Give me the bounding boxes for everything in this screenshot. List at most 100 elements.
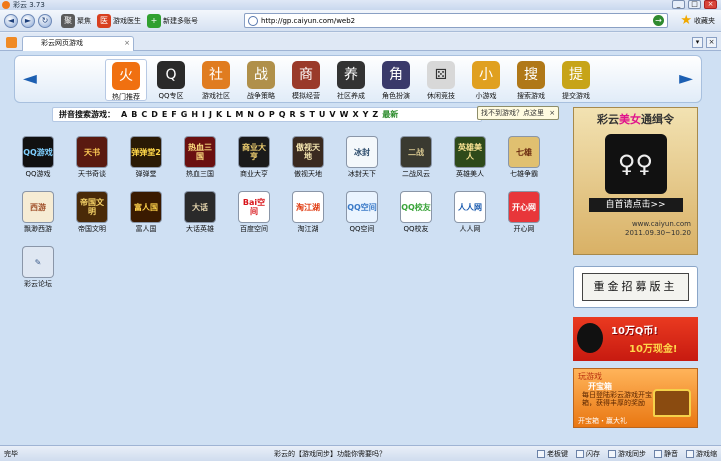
game-tile[interactable]: 淘江湖 淘江湖 (288, 192, 328, 234)
status-item-3[interactable]: 静音 (654, 449, 678, 459)
moderator-recruit-ad[interactable]: 重金招募版主 (573, 266, 698, 308)
letter-w[interactable]: W (340, 110, 349, 119)
home-icon[interactable] (6, 37, 17, 48)
game-tile[interactable]: 二战 二战风云 (396, 137, 436, 179)
letter-j[interactable]: J (209, 110, 212, 119)
category-9[interactable]: 搜搜索游戏 (510, 59, 552, 101)
status-item-0[interactable]: 老板键 (537, 449, 568, 459)
letter-k[interactable]: K (216, 110, 222, 119)
promo-ad-banner[interactable]: 彩云美女通缉令 ♀♀ 自首请点击>> www.caiyun.com 2011.0… (573, 107, 698, 255)
status-item-2[interactable]: 游戏同步 (608, 449, 646, 459)
game-tile[interactable]: QQ校友 QQ校友 (396, 192, 436, 234)
promo-cta-button[interactable]: 自首请点击>> (588, 198, 683, 212)
category-2[interactable]: 社游戏社区 (195, 59, 237, 101)
tab-caiyun-web-games[interactable]: 彩云网页游戏 × (22, 36, 134, 51)
letter-x[interactable]: X (352, 110, 358, 119)
letter-y[interactable]: Y (363, 110, 369, 119)
letter-t[interactable]: T (309, 110, 314, 119)
status-item-4[interactable]: 游戏缩 (686, 449, 717, 459)
letter-n[interactable]: N (247, 110, 254, 119)
go-button[interactable]: → (653, 15, 664, 26)
toolbar-item-0[interactable]: 聚聚焦 (61, 13, 91, 28)
letter-d[interactable]: D (151, 110, 158, 119)
category-6[interactable]: 角角色扮演 (375, 59, 417, 101)
back-button[interactable]: ◄ (4, 13, 18, 28)
game-tile[interactable]: Bai空间 百度空间 (234, 192, 274, 234)
game-tile[interactable]: 商业大亨 商业大亨 (234, 137, 274, 179)
game-tile[interactable]: 人人网 人人网 (450, 192, 490, 234)
game-tile[interactable]: QQ游戏 QQ游戏 (18, 137, 58, 179)
game-tile[interactable]: 热血三国 热血三国 (180, 137, 220, 179)
letter-o[interactable]: O (258, 110, 265, 119)
tab-close-all-button[interactable]: × (706, 37, 717, 48)
letter-b[interactable]: B (131, 110, 137, 119)
game-label: QQ校友 (403, 225, 429, 233)
letter-s[interactable]: S (300, 110, 306, 119)
letter-c[interactable]: C (141, 110, 147, 119)
game-icon: ✎ (23, 247, 53, 277)
toolbar-item-2[interactable]: + 新建多账号 (147, 13, 198, 28)
game-tile[interactable]: 傲视天地 傲视天地 (288, 137, 328, 179)
game-tile[interactable]: 大话 大话英雄 (180, 192, 220, 234)
category-3[interactable]: 战战争策略 (240, 59, 282, 101)
game-icon: 七雄 (509, 137, 539, 167)
letter-e[interactable]: E (162, 110, 167, 119)
letter-i[interactable]: I (202, 110, 205, 119)
category-8[interactable]: 小小游戏 (465, 59, 507, 101)
game-label: 富人国 (135, 225, 157, 233)
sync-prompt[interactable]: 彩云的【游戏同步】功能你需要吗？ (274, 449, 386, 459)
game-tile[interactable]: 帝国文明 帝国文明 (72, 192, 112, 234)
game-icon: 二战 (401, 137, 431, 167)
forward-button[interactable]: ► (21, 13, 35, 28)
next-arrow-icon[interactable]: ► (679, 70, 693, 88)
close-button[interactable]: × (704, 0, 717, 9)
game-tile[interactable]: 冰封 冰封天下 (342, 137, 382, 179)
url-input[interactable] (261, 16, 641, 25)
minimize-button[interactable]: _ (672, 0, 685, 9)
cant-find-tooltip[interactable]: 找不到游戏？点这里 × (477, 106, 560, 120)
game-tile[interactable]: 英雄美人 英雄美人 (450, 137, 490, 179)
game-tile[interactable]: 七雄 七雄争霸 (504, 137, 544, 179)
tooltip-close-icon[interactable]: × (549, 109, 555, 117)
treasure-box-ad[interactable]: 玩游戏 开宝箱 每日登陆彩云游戏开宝箱，获得丰厚的奖励 开宝箱・赢大礼 (573, 368, 698, 428)
status-item-1[interactable]: 闪存 (576, 449, 600, 459)
letter-u[interactable]: U (319, 110, 326, 119)
category-5[interactable]: 养社区养成 (330, 59, 372, 101)
maximize-button[interactable]: □ (688, 0, 701, 9)
tooltip-text: 找不到游戏？点这里 (481, 109, 544, 117)
prev-arrow-icon[interactable]: ◄ (23, 70, 37, 88)
category-1[interactable]: Q QQ专区 (150, 59, 192, 101)
category-10[interactable]: 提提交游戏 (555, 59, 597, 101)
treasure-chest-icon (653, 389, 691, 417)
status-item-label: 闪存 (586, 449, 600, 458)
game-tile[interactable]: 富人国 富人国 (126, 192, 166, 234)
letter-r[interactable]: R (290, 110, 296, 119)
letter-v[interactable]: V (329, 110, 335, 119)
game-tile[interactable]: ✎ 彩云论坛 (18, 247, 58, 289)
latest-link[interactable]: 最新 (382, 109, 398, 120)
game-tile[interactable]: 弹弹堂2 弹弹堂 (126, 137, 166, 179)
tab-menu-button[interactable]: ▾ (692, 37, 703, 48)
game-tile[interactable]: QQ空间 QQ空间 (342, 192, 382, 234)
letter-q[interactable]: Q (279, 110, 286, 119)
qq-coin-ad[interactable]: 10万Q币! 10万现金! (573, 317, 698, 361)
letter-p[interactable]: P (269, 110, 275, 119)
refresh-button[interactable]: ↻ (38, 13, 52, 28)
letter-f[interactable]: F (171, 110, 176, 119)
letter-h[interactable]: H (191, 110, 198, 119)
toolbar-item-1[interactable]: 医游戏医生 (97, 13, 141, 28)
letter-l[interactable]: L (226, 110, 231, 119)
category-4[interactable]: 商模拟经营 (285, 59, 327, 101)
letter-g[interactable]: G (181, 110, 188, 119)
letter-z[interactable]: Z (372, 110, 378, 119)
category-7[interactable]: ⚄ 休闲竞技 (420, 59, 462, 101)
game-label: 开心网 (513, 225, 535, 233)
category-0[interactable]: 火热门推荐 (105, 59, 147, 101)
letter-m[interactable]: M (235, 110, 243, 119)
game-tile[interactable]: 天书 天书奇谈 (72, 137, 112, 179)
game-tile[interactable]: 开心网 开心网 (504, 192, 544, 234)
game-tile[interactable]: 西游 飘渺西游 (18, 192, 58, 234)
favorites-button[interactable]: ★ 收藏夹 (680, 13, 715, 28)
tab-close-icon[interactable]: × (124, 37, 130, 50)
letter-a[interactable]: A (121, 110, 127, 119)
